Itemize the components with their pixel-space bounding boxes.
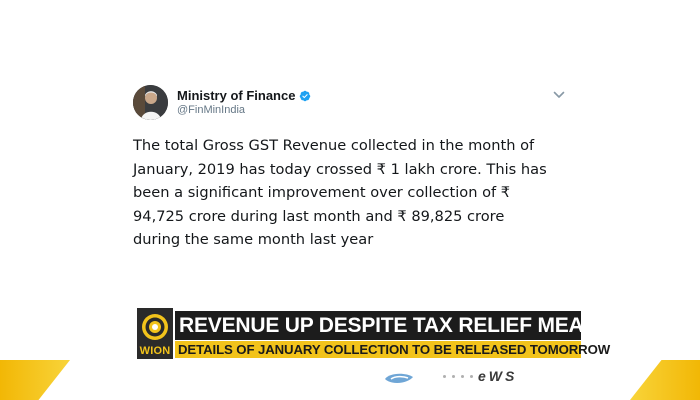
bar-logo-icon [385,373,413,383]
avatar-image [133,85,168,120]
dot-icon [452,375,455,378]
tweet-card: Ministry of Finance @FinMinIndia The tot… [0,0,700,305]
channel-logo-text: WION [139,345,171,357]
ticker-headline: REVENUE UP DESPITE TAX RELIEF MEASURES [175,311,655,340]
ticker-subheadline: DETAILS OF JANUARY COLLECTION TO BE RELE… [175,341,610,358]
news-ticker: WION REVENUE UP DESPITE TAX RELIEF MEASU… [137,308,655,359]
bar-dots [443,375,473,378]
bar-news-text: eWS [478,368,518,384]
dot-icon [443,375,446,378]
verified-badge-icon [300,90,311,101]
channel-logo: WION [137,308,173,359]
dot-icon [470,375,473,378]
author-handle[interactable]: @FinMinIndia [177,105,311,116]
bottom-bar: eWS [0,360,700,400]
tweet-author: Ministry of Finance @FinMinIndia [177,89,311,116]
author-name[interactable]: Ministry of Finance [177,89,295,102]
dot-icon [461,375,464,378]
chevron-down-icon[interactable] [553,90,565,100]
tweet-text: The total Gross GST Revenue collected in… [133,137,547,248]
right-stripe-decoration [630,360,700,400]
wion-logo-icon [142,314,168,340]
left-stripe-decoration [0,360,70,400]
avatar[interactable] [133,85,168,120]
